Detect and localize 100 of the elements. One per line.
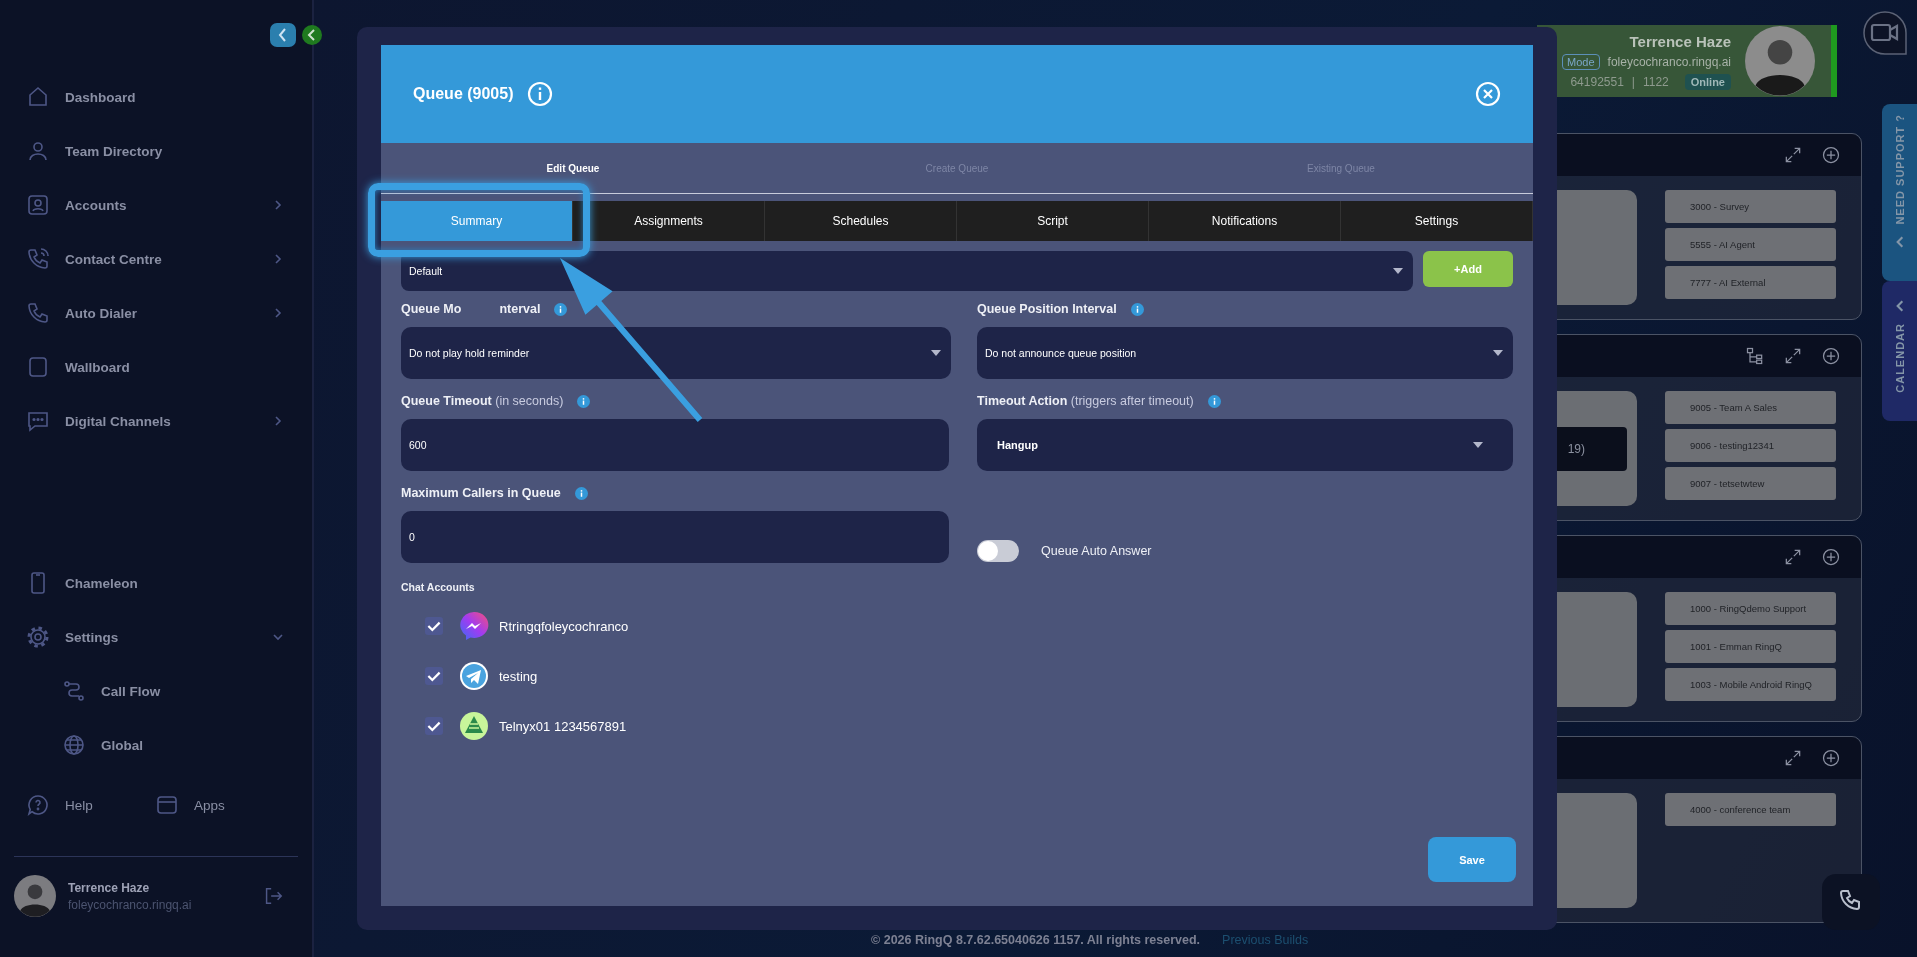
info-icon[interactable]	[527, 81, 554, 107]
checkbox[interactable]	[425, 617, 443, 635]
home-icon	[26, 85, 50, 109]
side-tab[interactable]: CALENDAR	[1882, 281, 1917, 421]
info-icon[interactable]	[554, 302, 568, 316]
caret-icon	[1393, 268, 1403, 274]
video-camera-icon[interactable]	[1862, 10, 1908, 56]
tab[interactable]: Schedules	[765, 201, 957, 241]
phone-number: 64192551	[1570, 74, 1624, 89]
field-label: Queue Position Interval	[977, 302, 1117, 316]
chevron-right-icon	[272, 307, 284, 319]
sidebar-item[interactable]: Apps	[155, 778, 284, 832]
field-label: nterval	[499, 302, 541, 316]
caret-icon	[1493, 350, 1503, 356]
queue-item[interactable]: 9007 - tetsetwtew	[1664, 467, 1836, 500]
checkbox[interactable]	[425, 667, 443, 685]
add-icon[interactable]	[1821, 346, 1841, 366]
chat-account-name: Rtringqfoleycochranco	[499, 618, 629, 634]
user-email: foleycochranco.ringq.ai	[68, 897, 193, 912]
profile-name: Terrence Haze	[1629, 32, 1731, 50]
tab[interactable]: Assignments	[573, 201, 765, 241]
add-icon[interactable]	[1821, 547, 1841, 567]
sidebar-item[interactable]: Team Directory	[26, 124, 284, 178]
sidebar-item[interactable]: Help	[26, 778, 155, 832]
paper-plane-icon	[459, 661, 489, 691]
flow-icon	[62, 679, 86, 703]
window-icon	[155, 793, 179, 817]
sidebar-item[interactable]: Chameleon	[26, 556, 284, 610]
expand-icon[interactable]	[1783, 346, 1803, 366]
input-field[interactable]: 0	[401, 511, 949, 563]
field-label: Queue Mo	[401, 302, 462, 316]
info-icon[interactable]	[577, 394, 591, 408]
tab[interactable]: Notifications	[1149, 201, 1341, 241]
square-icon	[26, 355, 50, 379]
sidebar-subitem[interactable]: Call Flow	[26, 664, 284, 718]
field-label: Queue Timeout (in seconds)	[401, 394, 564, 408]
caret-icon	[1473, 442, 1483, 448]
separator: |	[1631, 74, 1635, 89]
phone-ring-icon	[26, 247, 50, 271]
section-label: Chat Accounts	[401, 581, 476, 593]
tab[interactable]: Summary	[381, 201, 573, 241]
queue-item[interactable]: 3000 - Survey	[1664, 190, 1836, 223]
step-tab[interactable]: Edit Queue	[546, 162, 600, 174]
toggle-switch[interactable]	[977, 540, 1019, 562]
queue-item[interactable]: 1001 - Emman RingQ	[1664, 630, 1836, 663]
sidebar-subitem[interactable]: Global	[26, 718, 284, 772]
chat-account-name: Telnyx01 1234567891	[499, 718, 627, 734]
queue-item[interactable]: 9005 - Team A Sales	[1664, 391, 1836, 424]
contact-card-icon	[26, 193, 50, 217]
collapse-button[interactable]	[270, 23, 296, 47]
sidebar-item[interactable]: Accounts	[26, 178, 284, 232]
messenger-icon	[459, 611, 489, 641]
status-badge: Online	[1684, 73, 1731, 90]
hierarchy-icon[interactable]	[1745, 346, 1765, 366]
add-icon[interactable]	[1821, 748, 1841, 768]
select-field[interactable]: Do not play hold reminder	[401, 327, 951, 379]
tab[interactable]: Script	[957, 201, 1149, 241]
gear-icon	[26, 625, 50, 649]
chevron-right-icon	[272, 253, 284, 265]
sidebar-item[interactable]: Dashboard	[26, 70, 284, 124]
badge-logo-icon	[459, 711, 489, 741]
save-button[interactable]: Save	[1428, 837, 1516, 882]
field-label: Timeout Action (triggers after timeout)	[977, 394, 1194, 408]
avatar-icon	[1745, 26, 1815, 96]
phone-icon	[26, 301, 50, 325]
checkbox[interactable]	[425, 717, 443, 735]
expand-icon[interactable]	[1783, 547, 1803, 567]
queue-item[interactable]: 1003 - Mobile Android RingQ	[1664, 668, 1836, 701]
queue-item[interactable]: 4000 - conference team	[1664, 793, 1836, 826]
mode-badge[interactable]: Mode	[1562, 53, 1600, 70]
queue-item[interactable]: 9006 - testing12341	[1664, 429, 1836, 462]
caret-icon	[931, 350, 941, 356]
copyright-text: © 2026 RingQ 8.7.62.65040626 1157. All rights reserved.	[871, 933, 1201, 947]
modal-title: Queue (9005)	[413, 85, 514, 103]
toggle-label: Queue Auto Answer	[1041, 544, 1152, 558]
sidebar-item[interactable]: Settings	[26, 610, 284, 664]
select-field[interactable]: Do not announce queue position	[977, 327, 1513, 379]
back-button[interactable]	[302, 25, 322, 45]
extension-number: 1122	[1642, 74, 1669, 89]
tab[interactable]: Settings	[1341, 201, 1533, 241]
info-icon[interactable]	[1207, 394, 1221, 408]
close-icon[interactable]	[1475, 81, 1501, 107]
input-field[interactable]: 600	[401, 419, 949, 471]
queue-item[interactable]: 5555 - AI Agent	[1664, 228, 1836, 261]
select-field[interactable]: Default	[401, 251, 1413, 291]
sidebar-item[interactable]: Contact Centre	[26, 232, 284, 286]
sidebar-item[interactable]: Digital Channels	[26, 394, 284, 448]
queue-item[interactable]: 1000 - RingQdemo Support	[1664, 592, 1836, 625]
info-icon[interactable]	[574, 486, 588, 500]
chevron-right-icon	[272, 415, 284, 427]
expand-icon[interactable]	[1783, 145, 1803, 165]
add-icon[interactable]	[1821, 145, 1841, 165]
chat-account-name: testing	[499, 668, 538, 684]
select-field[interactable]: Hangup	[977, 419, 1513, 471]
sidebar-item[interactable]: Auto Dialer	[26, 286, 284, 340]
info-icon[interactable]	[1130, 302, 1144, 316]
phone-button[interactable]	[1822, 874, 1880, 930]
expand-icon[interactable]	[1783, 748, 1803, 768]
queue-item[interactable]: 7777 - AI External	[1664, 266, 1836, 299]
sidebar-item[interactable]: Wallboard	[26, 340, 284, 394]
